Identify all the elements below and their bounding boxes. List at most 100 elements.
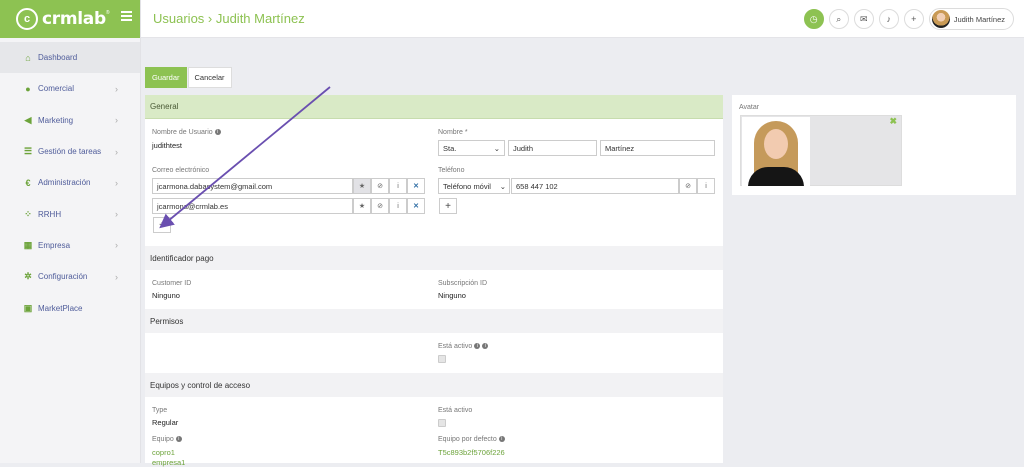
building-icon: ▦: [23, 239, 33, 250]
chevron-right-icon: ›: [115, 271, 118, 282]
avatar-photo: [742, 117, 810, 186]
opt-out-icon[interactable]: ⊘: [371, 198, 389, 214]
user-name: Judith Martínez: [953, 14, 1005, 24]
home-icon: ⌂: [25, 52, 31, 63]
type-value: Regular: [152, 418, 179, 427]
sidebar-item-administraci-n[interactable]: € Administración ›: [0, 167, 140, 198]
sidebar-item-marketing[interactable]: ◀ Marketing ›: [0, 105, 140, 136]
sidebar-item-label: Empresa: [38, 240, 71, 250]
team-link[interactable]: copro1: [152, 448, 175, 457]
info-icon: i: [214, 129, 221, 136]
list-icon: ☰: [23, 146, 33, 157]
info-icon: i: [175, 436, 182, 443]
info-icon: i: [482, 343, 489, 350]
subscription-id-label: Subscripción ID: [438, 280, 488, 287]
users-icon: ●: [25, 83, 31, 94]
sidebar-item-marketplace[interactable]: ▣ MarketPlace: [0, 292, 140, 323]
sidebar-nav: ⌂ Dashboard ● Comercial › ◀ Marketing › ☰ Gestión…: [0, 42, 140, 324]
email-field-2[interactable]: jcarmona@crmlab.es: [152, 198, 353, 214]
chevron-right-icon: ›: [115, 209, 118, 220]
save-button[interactable]: Guardar: [145, 67, 187, 88]
remove-avatar-icon[interactable]: ✖: [889, 116, 897, 127]
default-team-link[interactable]: T5c893b2f5706f226: [438, 448, 505, 457]
sidebar-item-rrhh[interactable]: ⁘ RRHH ›: [0, 198, 140, 229]
salutation-select[interactable]: Sta. ⌄: [438, 140, 505, 156]
top-bar: Usuarios › Judith Martínez ◷ ⌕ ✉ ♪ + Jud…: [141, 0, 1024, 38]
section-teams-title: Equipos y control de acceso: [145, 373, 723, 397]
phone-number-input[interactable]: 658 447 102: [511, 178, 679, 194]
first-name-input[interactable]: Judith: [508, 140, 597, 156]
chevron-down-icon: ⌄: [493, 143, 500, 153]
search-icon[interactable]: ⌕: [828, 9, 849, 29]
bag-icon: ▣: [23, 302, 33, 313]
avatar-label: Avatar: [739, 104, 760, 111]
logo-registered-mark: ®: [105, 10, 110, 16]
logo-bar: c crmlab ®: [0, 0, 140, 38]
mail-icon[interactable]: ✉: [853, 9, 874, 29]
email-label: Correo electrónico: [152, 167, 210, 174]
menu-toggle-icon[interactable]: [121, 11, 132, 23]
chevron-right-icon: ›: [115, 115, 118, 126]
clock-icon[interactable]: ◷: [803, 9, 824, 29]
sidebar-item-label: Dashboard: [38, 53, 78, 63]
username-value: judithtest: [152, 141, 183, 150]
active-checkbox[interactable]: [438, 355, 446, 363]
chevron-right-icon: ›: [115, 240, 118, 251]
invalid-info-icon[interactable]: i: [697, 178, 715, 194]
default-team-label: Equipo por defecto i: [438, 436, 505, 443]
remove-email-icon[interactable]: ✕: [407, 198, 425, 214]
primary-star-icon[interactable]: ★: [353, 178, 371, 194]
avatar: [931, 10, 950, 28]
chevron-down-icon: ⌄: [499, 181, 506, 191]
type-label: Type: [152, 407, 168, 414]
invalid-info-icon[interactable]: i: [389, 178, 407, 194]
logo-mark-icon: c: [16, 8, 38, 30]
team-active-checkbox[interactable]: [438, 419, 446, 427]
page-title: Usuarios › Judith Martínez: [153, 11, 305, 26]
form-actions: Guardar Cancelar: [145, 67, 232, 88]
add-icon[interactable]: +: [903, 9, 924, 29]
team-active-label: Está activo: [438, 407, 473, 414]
customer-id-label: Customer ID: [152, 280, 192, 287]
chevron-right-icon: ›: [115, 146, 118, 157]
sidebar-item-label: MarketPlace: [38, 303, 83, 313]
remove-email-icon[interactable]: ✕: [407, 178, 425, 194]
phone-type-select[interactable]: Teléfono móvil ⌄: [438, 178, 510, 194]
add-email-button[interactable]: +: [153, 217, 171, 233]
add-phone-button[interactable]: +: [439, 198, 457, 214]
sidebar-item-label: Gestión de tareas: [38, 147, 102, 157]
sidebar-item-label: Marketing: [38, 115, 74, 125]
user-form-panel: General Nombre de Usuario i judithtest No…: [145, 95, 723, 467]
team-label: Equipo i: [152, 436, 182, 443]
logo-text[interactable]: crmlab: [42, 9, 106, 29]
cancel-button[interactable]: Cancelar: [187, 67, 232, 88]
avatar-image-box[interactable]: ✖: [740, 115, 902, 186]
sidebar-item-configuraci-n[interactable]: ✲ Configuración ›: [0, 261, 140, 292]
sidebar-item-comercial[interactable]: ● Comercial ›: [0, 73, 140, 104]
chevron-right-icon: ›: [115, 177, 118, 188]
avatar-panel: Avatar ✖: [732, 95, 1016, 195]
sidebar: c crmlab ® ⌂ Dashboard ● Comercial › ◀ Marketi…: [0, 0, 141, 463]
sidebar-item-label: Comercial: [38, 84, 75, 94]
user-menu[interactable]: Judith Martínez: [928, 8, 1014, 30]
email-field[interactable]: jcarmona.dabasystem@gmail.com: [152, 178, 353, 194]
phone-label: Teléfono: [438, 167, 465, 174]
primary-star-icon[interactable]: ★: [353, 198, 371, 214]
opt-out-icon[interactable]: ⊘: [679, 178, 697, 194]
chevron-right-icon: ›: [115, 83, 118, 94]
section-permissions-title: Permisos: [145, 309, 723, 333]
info-icon: i: [498, 436, 505, 443]
info-icon: i: [474, 343, 481, 350]
sidebar-item-gesti-n-de-tareas[interactable]: ☰ Gestión de tareas ›: [0, 136, 140, 167]
sidebar-item-label: Administración: [38, 178, 91, 188]
group-icon: ⁘: [24, 208, 32, 219]
megaphone-icon: ◀: [24, 114, 32, 125]
last-name-input[interactable]: Martínez: [600, 140, 715, 156]
sidebar-item-dashboard[interactable]: ⌂ Dashboard: [0, 42, 140, 74]
opt-out-icon[interactable]: ⊘: [371, 178, 389, 194]
sidebar-item-empresa[interactable]: ▦ Empresa ›: [0, 230, 140, 261]
invalid-info-icon[interactable]: i: [389, 198, 407, 214]
bell-icon[interactable]: ♪: [878, 9, 899, 29]
top-actions: ◷ ⌕ ✉ ♪ + Judith Martínez: [803, 8, 1014, 30]
active-label: Está activo i i: [438, 343, 489, 350]
